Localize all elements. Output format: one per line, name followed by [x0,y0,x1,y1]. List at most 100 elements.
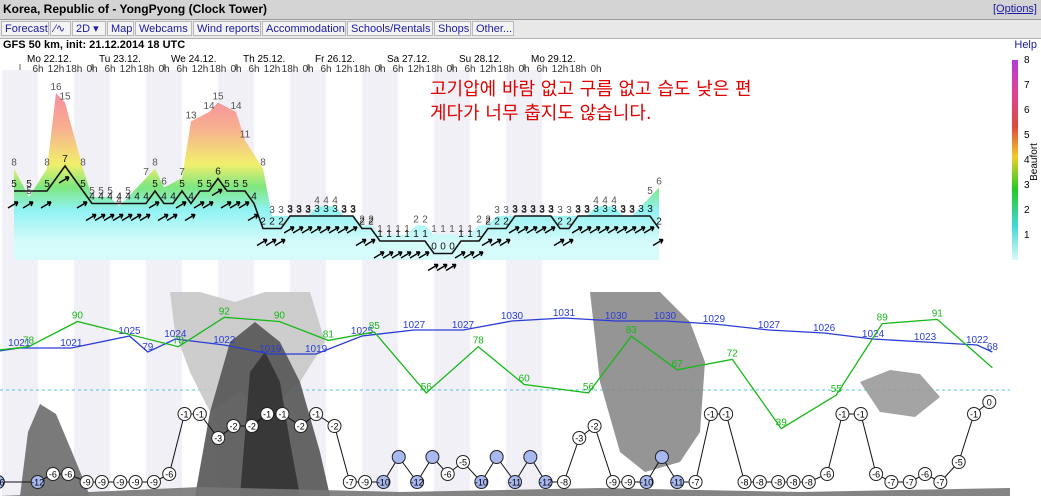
page-title: Korea, Republic of - YongPyong (Clock To… [3,2,268,16]
temperature-label: -1 [181,410,189,420]
day-axis: Mo 22.12. Tu 23.12. We 24.12. Th 25.12. Fr 2… [19,54,602,75]
beaufort-tick: 8 [1024,55,1030,66]
hour-tick-label: 18h [498,64,515,75]
wind-label: 3 [647,204,653,215]
wind-label: 4 [170,192,176,203]
temperature-label: -6 [823,470,831,480]
wind-label: 5 [44,179,50,190]
pressure-label: 1022 [213,335,236,346]
wind-label: 0 [440,242,446,253]
wind-label: 3 [332,204,338,215]
humidity-label: 90 [274,311,286,322]
pressure-label: 68 [987,342,999,353]
nav-map-button[interactable]: Map [107,21,134,36]
hour-tick-label: 0h [590,64,601,75]
hour-tick-label: 18h [426,64,443,75]
hour-tick-label: 18h [570,64,587,75]
hour-tick-label: 12h [192,64,209,75]
night-band [434,70,470,496]
gust-label: 14 [230,101,242,112]
wind-label: 5 [80,179,86,190]
wind-label: 0 [449,242,455,253]
hour-tick-label: 0h [374,64,385,75]
pressure-label: 1023 [914,332,937,343]
temperature-label: -1 [312,410,320,420]
gust-label: 13 [185,110,197,121]
wind-label: 5 [242,179,248,190]
pressure-label: 1029 [703,314,726,325]
help-link[interactable]: Help [1014,39,1037,51]
wind-label: 5 [11,179,17,190]
wind-label: 1 [422,229,428,240]
temperature-marker [425,450,440,464]
pressure-label: 1019 [305,344,328,355]
wind-label: 2 [566,217,572,228]
temperature-marker [489,450,504,464]
humidity-label: 56 [583,382,595,393]
wind-label: 3 [512,204,518,215]
hour-tick-label: 12h [336,64,353,75]
humidity-label: 55 [831,384,843,395]
wind-label: 2 [503,217,509,228]
nav-shops-button[interactable]: Shops [434,21,471,36]
hour-tick-label: 12h [120,64,137,75]
gust-label: 1 [431,224,437,235]
wind-label: 1 [404,229,410,240]
beaufort-tick: 7 [1024,80,1030,91]
beaufort-tick: 1 [1024,230,1030,241]
hour-tick-label: 6h [392,64,403,75]
temperature-label: -2 [330,422,338,432]
nav-wind-reports-button[interactable]: Wind reports [193,21,261,36]
temperature-label: -9 [624,478,632,488]
temperature-label: -8 [774,478,782,488]
gust-label: 2 [422,214,428,225]
pressure-label: 1031 [553,308,576,319]
title-bar: Korea, Republic of - YongPyong (Clock To… [0,0,1041,20]
pressure-label: 1019 [259,344,282,355]
options-link[interactable]: [Options] [993,3,1037,15]
beaufort-colorbar [1012,60,1018,260]
humidity-label: 60 [519,374,531,385]
hour-tick-label: 6h [536,64,547,75]
wind-label: 4 [188,192,194,203]
hour-tick-label: 6h [248,64,259,75]
pressure-label: 1030 [654,311,677,322]
temperature-label: -2 [229,422,237,432]
humidity-label: 90 [72,311,84,322]
humidity-label: 83 [626,325,638,336]
nav-other-button[interactable]: Other... [472,21,514,36]
nav-forecast-button[interactable]: Forecast [1,21,49,36]
temperature-label: -6 [444,470,452,480]
wind-label: 1 [467,229,473,240]
temperature-label: -6 [921,470,929,480]
cloud-east-2 [860,370,940,417]
wind-label: 2 [278,217,284,228]
wind-label: 4 [143,192,149,203]
hour-tick-label: 0h [158,64,169,75]
beaufort-tick: 5 [1024,130,1030,141]
wind-label: 4 [251,192,257,203]
temperature-label: -10 [377,478,390,488]
temperature-marker [391,450,406,464]
nav-webcams-button[interactable]: Webcams [135,21,192,36]
nav-schools-button[interactable]: Schools/Rentals [347,21,433,36]
beaufort-scale: 12345678Beaufort [1012,55,1040,260]
wind-label: 2 [485,217,491,228]
temperature-label: -6 [165,470,173,480]
nav-accommodation-button[interactable]: Accommodation [262,21,346,36]
humidity-label: 67 [672,359,684,370]
nav-meteogram-icon[interactable]: ⁄∿ [50,21,71,36]
wind-label: 3 [548,204,554,215]
pressure-label: 1021 [60,338,83,349]
temperature-label: -8 [741,478,749,488]
wind-label: 5 [224,179,230,190]
night-band [74,70,110,496]
beaufort-tick: 6 [1024,105,1030,116]
wind-label: 4 [125,192,131,203]
wind-label: 3 [575,204,581,215]
wind-label: 2 [656,217,662,228]
hour-tick-label: 12h [480,64,497,75]
nav-2d-dropdown[interactable]: 2D ▾ [72,21,106,36]
pressure-label: 79 [142,342,154,353]
temperature-label: -9 [98,478,106,488]
